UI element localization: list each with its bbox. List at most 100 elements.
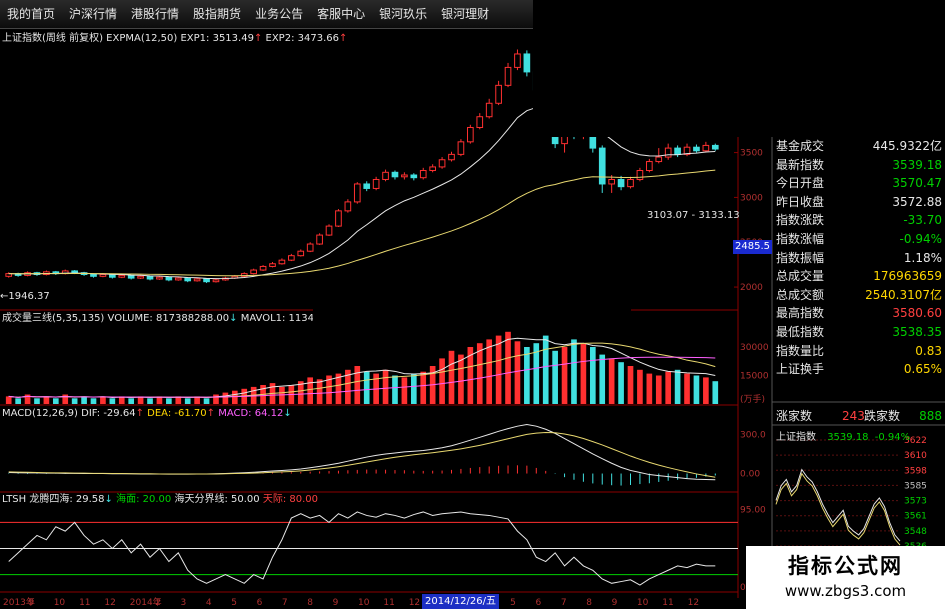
volume-bar (34, 398, 40, 404)
candle-body (401, 174, 408, 178)
time-axis-label: 11 (79, 598, 90, 608)
volume-bar (100, 396, 106, 404)
down-count-value: 888 (919, 409, 942, 423)
candle-body (467, 126, 474, 143)
blackout-region (313, 280, 631, 326)
arrow-down-icon: ↓ (229, 313, 238, 324)
volume-bar (608, 358, 615, 404)
candle-body (306, 243, 314, 252)
info-label: 今日开盘 (776, 176, 825, 191)
time-axis-label: 11 (383, 598, 394, 608)
candle-body (137, 275, 144, 279)
time-axis-label: 6 (536, 598, 542, 608)
info-value: 445.9322亿 (872, 139, 942, 153)
info-row: 最新指数 3539.18 (776, 156, 942, 174)
volume-bar (486, 339, 493, 404)
candle-body (438, 159, 446, 168)
candle-body (156, 276, 163, 280)
ltsh-tick-label: 95.00 (740, 505, 766, 515)
info-row: 指数涨跌 -33.70 (776, 211, 942, 229)
candle-body (655, 156, 663, 163)
candle-body (693, 146, 700, 152)
volume-tick-label: 15000 (740, 372, 769, 382)
volume-bar (184, 398, 191, 404)
site-watermark: 指标公式网 www.zbgs3.com (746, 546, 945, 609)
candle-body (363, 183, 371, 189)
price-pane-header: 上证指数(周线 前复权) EXPMA(12,50) EXP1: 3513.49↑… (2, 33, 347, 45)
ltsh-title: LTSH 龙腾四海: 29.58 (2, 494, 105, 505)
info-row: 指数振幅 1.18% (776, 249, 942, 267)
candle-body (146, 275, 154, 280)
candle-body (664, 147, 672, 158)
time-axis-label: 5 (231, 598, 237, 608)
volume-bar (128, 398, 135, 404)
volume-value: VOLUME: 817388288.00 (107, 313, 230, 324)
candle-body (495, 84, 502, 104)
mini-intraday-chart: 36223610359835853573356135483536 (775, 436, 927, 552)
candle-body (429, 166, 436, 172)
volume-bar (166, 398, 172, 404)
ltsh-sea-level: 海面: 20.00 (116, 494, 172, 505)
time-axis-label: 3 (181, 598, 187, 608)
mini-tick-label: 3610 (904, 451, 927, 461)
info-value: 3570.47 (892, 176, 942, 191)
time-axis-label: 8 (586, 598, 592, 608)
volume-bar (5, 396, 12, 404)
info-value: 3580.60 (892, 306, 942, 321)
volume-bar (382, 369, 389, 404)
candle-body (335, 210, 342, 227)
volume-bar (637, 369, 643, 404)
volume-bar (514, 341, 521, 404)
volume-bar (448, 350, 455, 404)
info-label: 指数振幅 (776, 250, 825, 265)
volume-bar (552, 350, 558, 404)
mini-chart-change: -0.94% (874, 432, 911, 443)
info-value: -0.94% (899, 232, 942, 246)
info-row: 指数量比 0.83 (776, 342, 942, 360)
volume-bar (674, 369, 681, 404)
macd-tick-label: 0.00 (740, 470, 760, 480)
info-value: 3539.18 (892, 157, 942, 172)
volume-bar (561, 347, 568, 404)
candle-body (174, 277, 182, 281)
volume-bar (524, 347, 530, 404)
time-axis-label: 12 (688, 598, 699, 608)
info-row: 今日开盘 3570.47 (776, 174, 942, 192)
volume-bar (109, 398, 116, 404)
time-axis-label: 9 (28, 598, 34, 608)
mini-tick-label: 3548 (904, 527, 927, 537)
volume-bar (627, 366, 634, 404)
candle-body (636, 170, 644, 180)
watermark-title: 指标公式网 (788, 554, 903, 578)
volume-bar (571, 339, 577, 404)
candle-body (674, 147, 681, 155)
candle-body (344, 201, 352, 212)
candle-body (419, 170, 427, 179)
info-row: 总成交量 176963659 (776, 267, 942, 285)
info-row: 上证换手 0.65% (776, 360, 942, 378)
volume-bar (52, 398, 59, 404)
ltsh-sky-level: 天际: 80.00 (262, 494, 319, 505)
mini-chart-title: 上证指数 3539.18 -0.94% (776, 428, 910, 443)
info-value: 3572.88 (892, 194, 942, 209)
volume-bar (476, 343, 483, 404)
info-label: 总成交量 (776, 269, 825, 284)
info-value: 1.18% (903, 250, 942, 265)
candle-body (193, 278, 201, 282)
volume-bar (655, 375, 662, 404)
candle-body (250, 269, 257, 275)
volume-bar (410, 373, 417, 404)
candle-body (523, 53, 531, 73)
price-tick-label: 3000 (740, 193, 763, 203)
info-value: 3538.35 (892, 325, 942, 339)
volume-bar (354, 366, 361, 404)
volume-bar (589, 347, 596, 404)
blackout-region (533, 0, 945, 137)
volume-bar (505, 331, 511, 404)
time-axis-label: 11 (662, 598, 673, 608)
candle-body (99, 274, 107, 277)
volume-unit-label: (万手) (740, 393, 765, 405)
volume-bar (71, 398, 78, 404)
volume-bar (147, 398, 153, 404)
price-title: 上证指数(周线 前复权) (2, 33, 103, 44)
